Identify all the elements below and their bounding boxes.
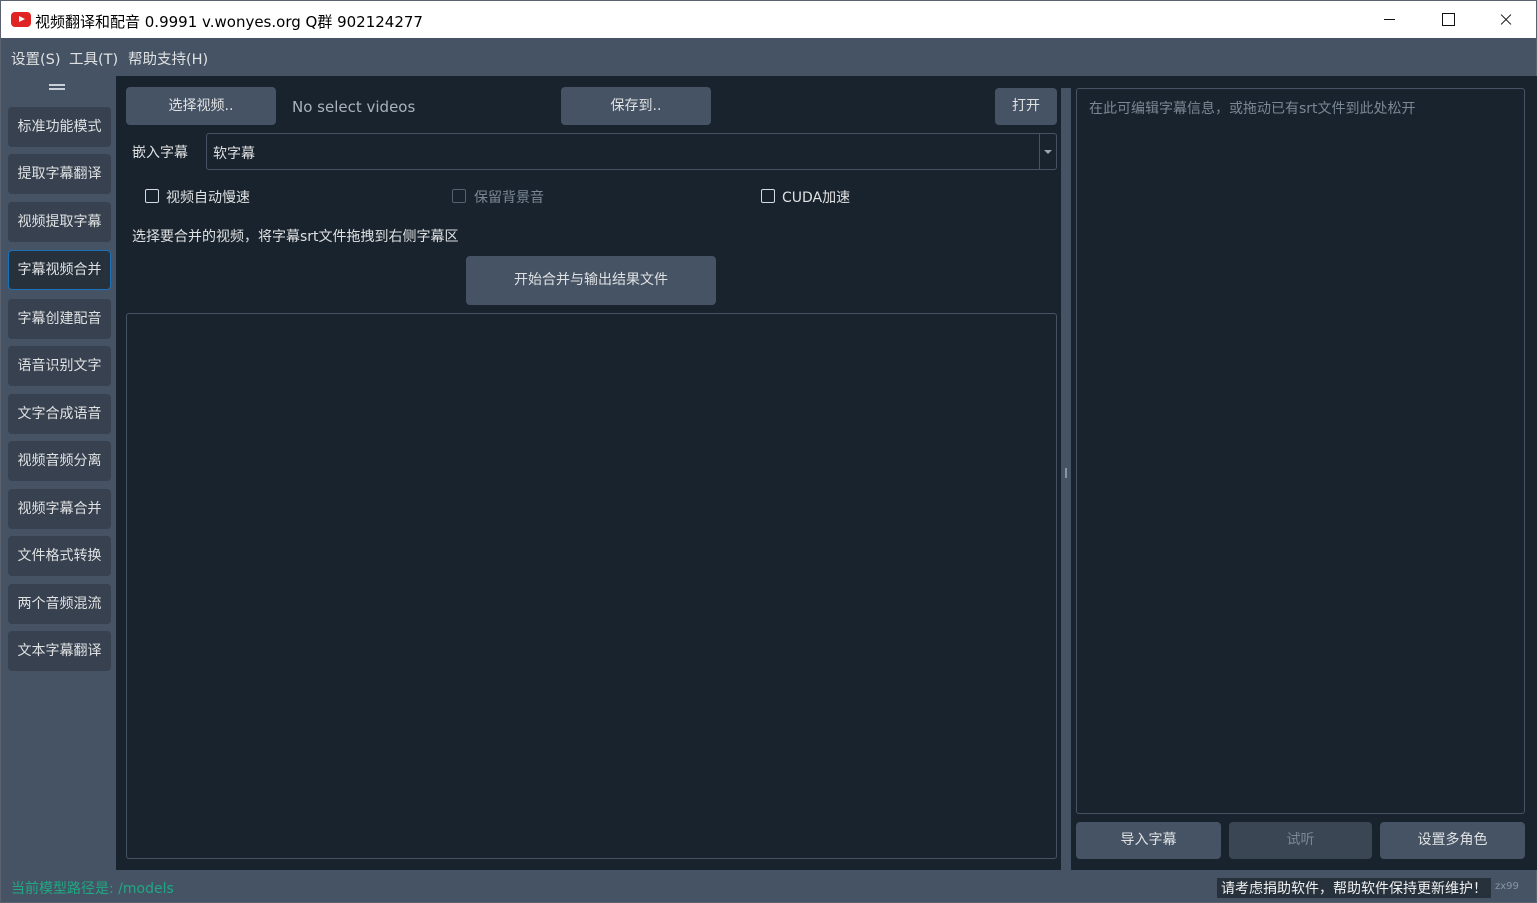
close-button[interactable] xyxy=(1477,1,1535,38)
sidebar-item-format-convert[interactable]: 文件格式转换 xyxy=(8,536,111,576)
embed-subtitle-value: 软字幕 xyxy=(213,146,255,162)
embed-subtitle-select[interactable]: 软字幕 xyxy=(206,133,1057,170)
keep-background-label: 保留背景音 xyxy=(474,190,544,206)
status-corner-text: zx99 xyxy=(1495,881,1519,892)
auto-slow-label[interactable]: 视频自动慢速 xyxy=(166,187,250,207)
menu-bar: 设置(S) 工具(T) 帮助支持(H) xyxy=(0,38,1537,76)
selected-video-text: No select videos xyxy=(292,98,416,116)
sidebar-item-extract-translate[interactable]: 提取字幕翻译 xyxy=(8,154,111,194)
app-logo-icon xyxy=(11,12,31,27)
chevron-down-icon[interactable] xyxy=(1039,134,1056,169)
subtitle-placeholder: 在此可编辑字幕信息，或拖动已有srt文件到此处松开 xyxy=(1089,101,1416,117)
menu-settings[interactable]: 设置(S) xyxy=(11,48,61,69)
menu-tools[interactable]: 工具(T) xyxy=(69,48,118,69)
listen-button[interactable]: 试听 xyxy=(1229,822,1372,859)
start-merge-button[interactable]: 开始合并与输出结果文件 xyxy=(466,256,716,305)
embed-subtitle-label: 嵌入字幕 xyxy=(132,145,188,161)
save-to-button[interactable]: 保存到.. xyxy=(561,87,711,125)
sidebar-item-speech-recognition[interactable]: 语音识别文字 xyxy=(8,346,111,386)
maximize-button[interactable] xyxy=(1419,1,1477,38)
menu-help[interactable]: 帮助支持(H) xyxy=(128,48,208,69)
panel-splitter[interactable] xyxy=(1061,88,1071,870)
keep-background-checkbox[interactable] xyxy=(452,189,466,203)
model-path-text: 当前模型路径是: /models xyxy=(11,881,174,897)
set-roles-button[interactable]: 设置多角色 xyxy=(1380,822,1525,859)
sidebar-item-video-extract-subtitle[interactable]: 视频提取字幕 xyxy=(8,202,111,242)
sidebar-item-subtitle-dubbing[interactable]: 字幕创建配音 xyxy=(8,299,111,339)
donate-link[interactable]: 请考虑捐助软件，帮助软件保持更新维护！ xyxy=(1217,878,1491,898)
sidebar-item-text-translate[interactable]: 文本字幕翻译 xyxy=(8,631,111,671)
sidebar-item-video-subtitle-merge[interactable]: 视频字幕合并 xyxy=(8,489,111,529)
sidebar-item-text-to-speech[interactable]: 文字合成语音 xyxy=(8,394,111,434)
status-bar: 当前模型路径是: /models 请考虑捐助软件，帮助软件保持更新维护！ zx9… xyxy=(0,870,1537,903)
window-title: 视频翻译和配音 0.9991 v.wonyes.org Q群 902124277 xyxy=(35,13,423,31)
title-bar: 视频翻译和配音 0.9991 v.wonyes.org Q群 902124277 xyxy=(0,0,1537,38)
sidebar-item-subtitle-video-merge[interactable]: 字幕视频合并 xyxy=(8,250,111,290)
cuda-checkbox[interactable] xyxy=(761,189,775,203)
import-subtitle-button[interactable]: 导入字幕 xyxy=(1076,822,1221,859)
splitter-grip-icon xyxy=(1065,468,1067,478)
log-output-area[interactable] xyxy=(126,313,1057,859)
minimize-button[interactable] xyxy=(1361,1,1419,38)
select-video-button[interactable]: 选择视频.. xyxy=(126,87,276,125)
sidebar-item-audio-mix[interactable]: 两个音频混流 xyxy=(8,584,111,624)
merge-hint-text: 选择要合并的视频，将字幕srt文件拖拽到右侧字幕区 xyxy=(132,229,459,245)
subtitle-editor[interactable]: 在此可编辑字幕信息，或拖动已有srt文件到此处松开 xyxy=(1076,88,1525,814)
sidebar-item-standard[interactable]: 标准功能模式 xyxy=(8,107,111,147)
hamburger-icon[interactable] xyxy=(49,84,65,90)
sidebar-item-audio-separation[interactable]: 视频音频分离 xyxy=(8,441,111,481)
cuda-label[interactable]: CUDA加速 xyxy=(782,187,850,207)
auto-slow-checkbox[interactable] xyxy=(145,189,159,203)
open-button[interactable]: 打开 xyxy=(995,88,1057,125)
